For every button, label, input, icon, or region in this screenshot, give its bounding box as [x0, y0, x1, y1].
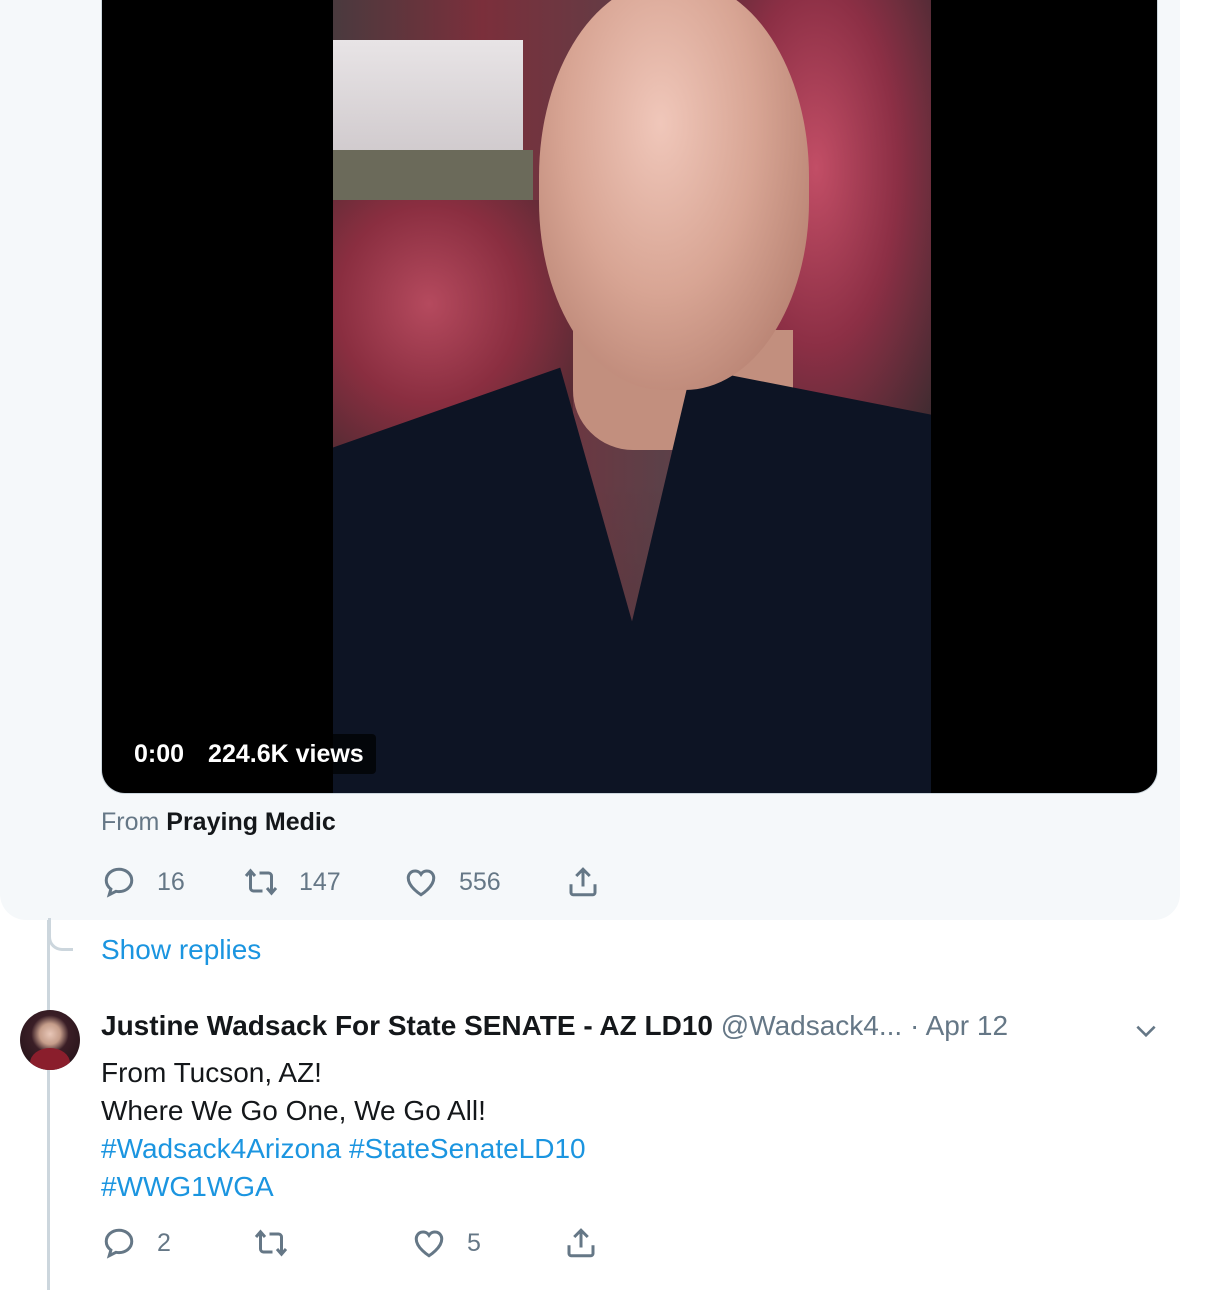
share-icon	[569, 867, 597, 897]
video-time: 0:00	[134, 739, 185, 768]
reply-icon	[104, 867, 134, 898]
quoted-tweet-card[interactable]: 0:00 224.6K views From Praying Medic 16 …	[0, 0, 1180, 920]
share-button[interactable]	[563, 1225, 599, 1261]
share-button[interactable]	[565, 864, 601, 900]
from-source-name[interactable]: Praying Medic	[166, 808, 336, 836]
retweet-icon	[244, 868, 278, 896]
like-button[interactable]: 556	[403, 864, 565, 900]
avatar-detail	[30, 1048, 70, 1070]
like-count: 5	[467, 1228, 481, 1257]
hashtag-link[interactable]: #Wadsack4Arizona	[101, 1133, 341, 1164]
video-source: From Praying Medic	[101, 808, 336, 837]
reply-count: 16	[157, 867, 185, 896]
tweet-text: From Tucson, AZ! Where We Go One, We Go …	[101, 1054, 586, 1206]
thread-connector	[48, 918, 73, 951]
video-views: 224.6K views	[208, 739, 364, 768]
reply-button[interactable]: 2	[101, 1225, 253, 1261]
tweet-line: From Tucson, AZ!	[101, 1057, 322, 1088]
retweet-count: 147	[299, 867, 341, 896]
video-overlay: 0:00 224.6K views	[122, 734, 376, 774]
tweet-header: Justine Wadsack For State SENATE - AZ LD…	[101, 1010, 1008, 1042]
show-replies-link[interactable]: Show replies	[101, 934, 261, 966]
reply-count: 2	[157, 1228, 171, 1257]
share-icon	[567, 1228, 595, 1258]
tweet-line: Where We Go One, We Go All!	[101, 1095, 486, 1126]
retweet-button[interactable]: 147	[243, 864, 403, 900]
like-count: 556	[459, 867, 501, 896]
hashtag-link[interactable]: #WWG1WGA	[101, 1171, 274, 1202]
tweet-date[interactable]: Apr 12	[926, 1010, 1009, 1041]
date-separator: ·	[910, 1010, 920, 1041]
author-handle[interactable]: @Wadsack4...	[721, 1010, 902, 1041]
video-thumbnail	[333, 0, 931, 793]
heart-icon	[414, 1230, 444, 1258]
hashtag-link[interactable]: #StateSenateLD10	[349, 1133, 586, 1164]
heart-icon	[406, 869, 436, 897]
tweet-hashtag-line: #Wadsack4Arizona #StateSenateLD10	[101, 1130, 586, 1168]
tweet-actions: 2 5	[101, 1225, 599, 1261]
video-player[interactable]: 0:00 224.6K views	[101, 0, 1158, 794]
quoted-tweet-actions: 16 147 556	[101, 864, 601, 900]
retweet-button[interactable]	[253, 1225, 411, 1261]
tweet-hashtag-line: #WWG1WGA	[101, 1168, 586, 1206]
video-subject-head	[539, 0, 809, 390]
reply-icon	[104, 1228, 134, 1259]
author-name[interactable]: Justine Wadsack For State SENATE - AZ LD…	[101, 1010, 713, 1041]
tweet-menu-button[interactable]	[1133, 1018, 1159, 1044]
retweet-icon	[254, 1229, 288, 1257]
video-background-fence	[333, 40, 523, 160]
avatar[interactable]	[20, 1010, 80, 1070]
from-prefix: From	[101, 808, 160, 836]
like-button[interactable]: 5	[411, 1225, 563, 1261]
reply-button[interactable]: 16	[101, 864, 243, 900]
chevron-down-icon	[1136, 1025, 1156, 1038]
